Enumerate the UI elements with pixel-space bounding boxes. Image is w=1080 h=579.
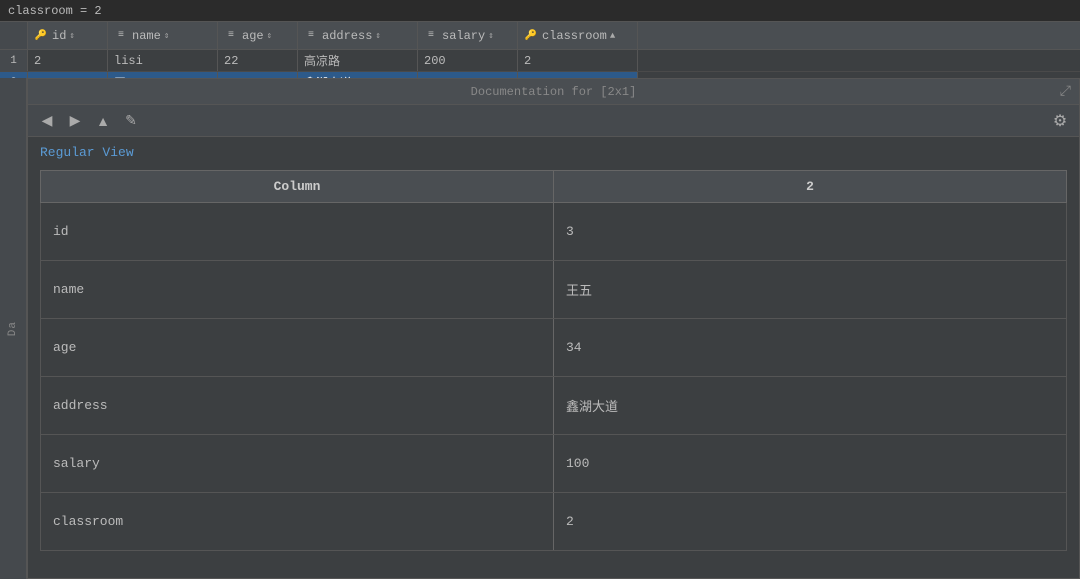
col-id-label: id bbox=[52, 29, 66, 43]
key-icon: 🔑 bbox=[34, 29, 48, 43]
col-address-label: address bbox=[322, 29, 372, 43]
cell-row1-salary: 200 bbox=[418, 50, 518, 71]
sort-arrow-address: ⇕ bbox=[375, 31, 380, 41]
left-panel-label: Da bbox=[7, 321, 19, 336]
doc-table-cell-value: 34 bbox=[554, 319, 1067, 377]
back-button[interactable]: ◀ bbox=[36, 110, 58, 132]
sort-arrow-name: ⇕ bbox=[164, 31, 169, 41]
grid-header: 🔑 id ⇕ ≡ name ⇕ ≡ age ⇕ ≡ address ⇕ ≡ sa… bbox=[0, 22, 1080, 50]
regular-view-link[interactable]: Regular View bbox=[40, 145, 134, 160]
doc-table-row: name王五 bbox=[41, 261, 1067, 319]
rownum-header bbox=[0, 22, 28, 49]
col-salary-label: salary bbox=[442, 29, 485, 43]
expand-icon[interactable]: ⤢ bbox=[1060, 84, 1071, 100]
col-address-icon: ≡ bbox=[304, 29, 318, 43]
cell-row1-name: lisi bbox=[108, 50, 218, 71]
doc-table-cell-value: 3 bbox=[554, 203, 1067, 261]
up-button[interactable]: ▲ bbox=[92, 110, 114, 132]
col-name-label: name bbox=[132, 29, 161, 43]
doc-table-row: salary100 bbox=[41, 435, 1067, 493]
doc-panel: Documentation for [2x1] ⤢ ◀ ▶ ▲ ✎ ⚙ Regu… bbox=[27, 78, 1080, 579]
doc-table-row: id3 bbox=[41, 203, 1067, 261]
edit-button[interactable]: ✎ bbox=[120, 110, 142, 132]
doc-table-col-header: Column bbox=[41, 171, 554, 203]
forward-button[interactable]: ▶ bbox=[64, 110, 86, 132]
doc-table-row: age34 bbox=[41, 319, 1067, 377]
col-header-salary[interactable]: ≡ salary ⇕ bbox=[418, 22, 518, 49]
filter-expression: classroom = 2 bbox=[8, 4, 102, 18]
col-age-icon: ≡ bbox=[224, 29, 238, 43]
col-name-icon: ≡ bbox=[114, 29, 128, 43]
rownum-1: 1 bbox=[0, 50, 28, 71]
doc-titlebar: Documentation for [2x1] ⤢ bbox=[28, 79, 1079, 105]
doc-table-cell-column: salary bbox=[41, 435, 554, 493]
sort-arrow-age: ⇕ bbox=[267, 31, 272, 41]
doc-table-cell-column: id bbox=[41, 203, 554, 261]
doc-table-cell-column: age bbox=[41, 319, 554, 377]
cell-row1-age: 22 bbox=[218, 50, 298, 71]
col-salary-icon: ≡ bbox=[424, 29, 438, 43]
col-header-classroom[interactable]: 🔑 classroom ▲ bbox=[518, 22, 638, 49]
col-header-id[interactable]: 🔑 id ⇕ bbox=[28, 22, 108, 49]
sort-arrow-salary: ⇕ bbox=[488, 31, 493, 41]
gear-button[interactable]: ⚙ bbox=[1049, 110, 1071, 132]
col-classroom-icon: 🔑 bbox=[524, 29, 538, 43]
doc-table-row: classroom2 bbox=[41, 493, 1067, 551]
doc-table: Column 2 id3name王五age34address鑫湖大道salary… bbox=[40, 170, 1067, 551]
col-header-age[interactable]: ≡ age ⇕ bbox=[218, 22, 298, 49]
sort-arrow-id: ⇕ bbox=[69, 31, 74, 41]
cell-row1-address: 高凉路 bbox=[298, 50, 418, 71]
doc-table-val-header: 2 bbox=[554, 171, 1067, 203]
cell-row1-id: 2 bbox=[28, 50, 108, 71]
left-panel: Da bbox=[0, 78, 27, 579]
doc-title: Documentation for [2x1] bbox=[471, 85, 637, 99]
sort-arrow-classroom: ▲ bbox=[610, 31, 615, 41]
col-classroom-label: classroom bbox=[542, 29, 607, 43]
doc-table-cell-value: 100 bbox=[554, 435, 1067, 493]
doc-table-row: address鑫湖大道 bbox=[41, 377, 1067, 435]
cell-row1-classroom: 2 bbox=[518, 50, 638, 71]
doc-table-cell-column: name bbox=[41, 261, 554, 319]
col-header-name[interactable]: ≡ name ⇕ bbox=[108, 22, 218, 49]
doc-table-cell-value: 2 bbox=[554, 493, 1067, 551]
doc-table-cell-column: address bbox=[41, 377, 554, 435]
doc-table-cell-column: classroom bbox=[41, 493, 554, 551]
doc-toolbar: ◀ ▶ ▲ ✎ ⚙ bbox=[28, 105, 1079, 137]
col-age-label: age bbox=[242, 29, 264, 43]
doc-table-cell-value: 鑫湖大道 bbox=[554, 377, 1067, 435]
top-bar: classroom = 2 bbox=[0, 0, 1080, 22]
table-row[interactable]: 1 2 lisi 22 高凉路 200 2 bbox=[0, 50, 1080, 72]
doc-table-cell-value: 王五 bbox=[554, 261, 1067, 319]
doc-content: Regular View Column 2 id3name王五age34addr… bbox=[28, 137, 1079, 578]
col-header-address[interactable]: ≡ address ⇕ bbox=[298, 22, 418, 49]
